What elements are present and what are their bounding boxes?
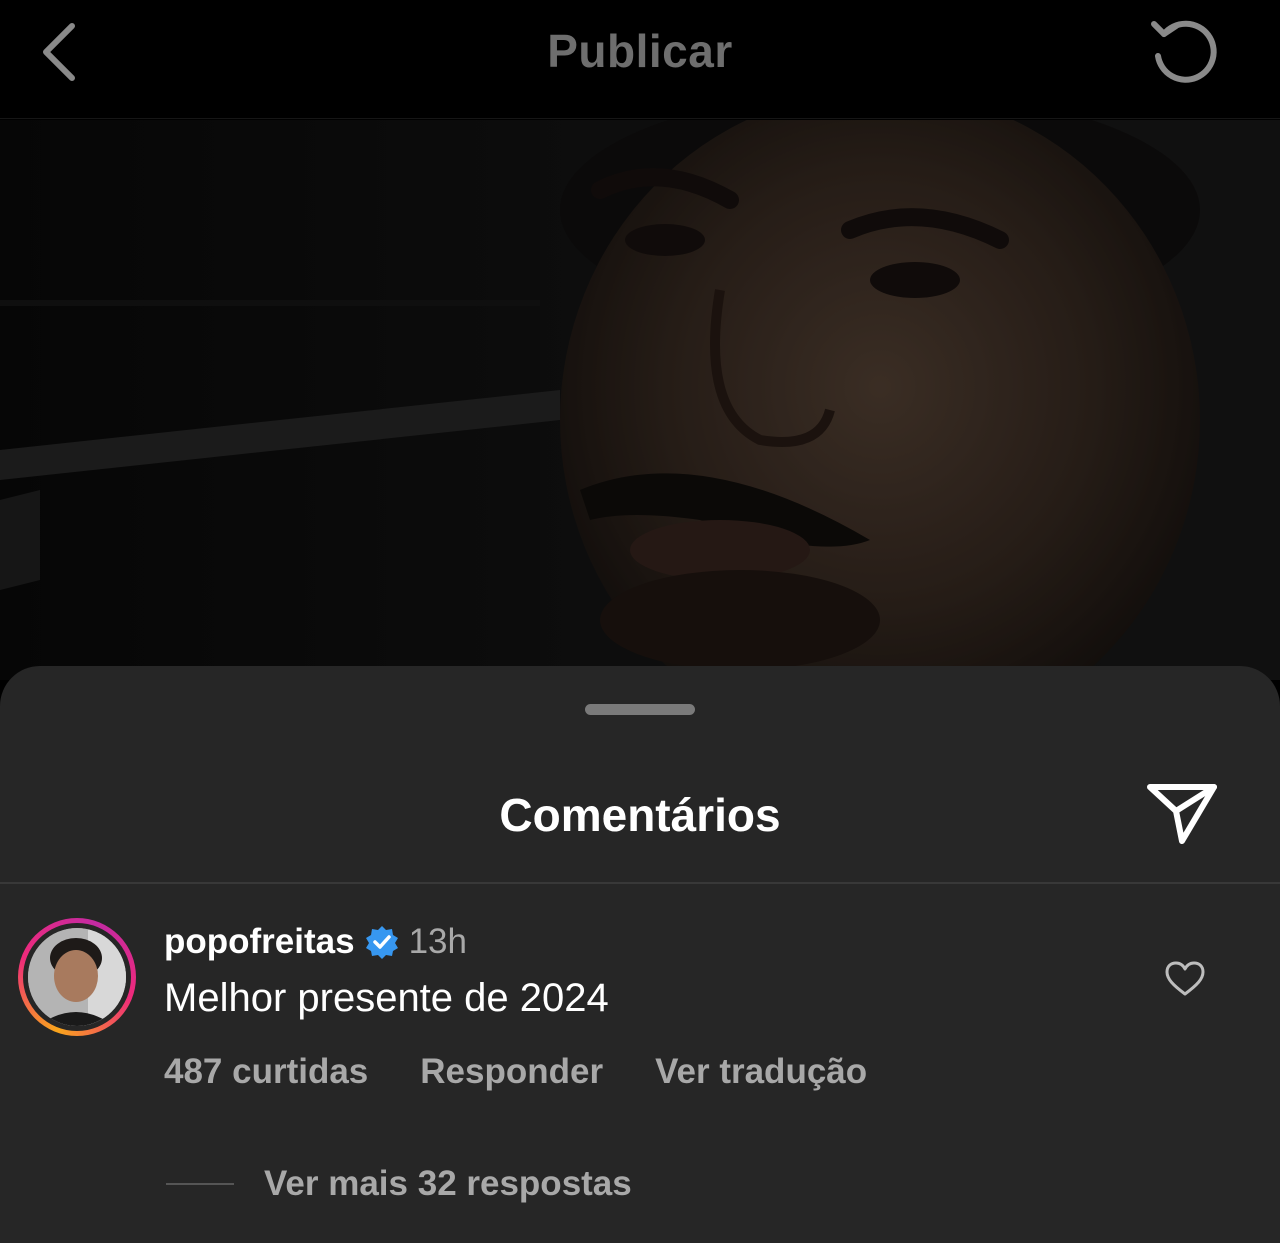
comments-title: Comentários [499, 789, 781, 841]
heart-icon [1165, 961, 1205, 996]
refresh-button[interactable] [1144, 12, 1224, 92]
comments-sheet: Comentários popofreitas 13h Melhor prese… [0, 666, 1280, 1243]
share-button[interactable] [1142, 774, 1222, 854]
page-title: Publicar [547, 25, 733, 77]
top-nav-bar: Publicar [0, 0, 1280, 119]
avatar[interactable] [18, 918, 136, 1036]
refresh-icon [1151, 20, 1217, 83]
avatar-photo [28, 928, 126, 1026]
avatar-graphic [28, 928, 126, 1026]
replies-divider-line [166, 1183, 234, 1185]
more-replies-label: Ver mais 32 respostas [264, 1164, 632, 1203]
view-more-replies-button[interactable]: Ver mais 32 respostas [166, 1164, 632, 1204]
post-comments-screen: Publicar Comentários popofreitas 13h Mel… [0, 0, 1280, 1243]
verified-badge-icon [365, 926, 398, 959]
likes-count[interactable]: 487 curtidas [164, 1052, 368, 1092]
comment-text: Melhor presente de 2024 [164, 976, 609, 1020]
comment-username[interactable]: popofreitas [164, 922, 355, 962]
sheet-drag-handle[interactable] [585, 704, 695, 715]
post-photo-graphic [0, 120, 1280, 680]
like-comment-button[interactable] [1160, 954, 1210, 1004]
comment-item: popofreitas 13h Melhor presente de 2024 … [0, 884, 1280, 1243]
reply-button[interactable]: Responder [420, 1052, 603, 1092]
comment-time: 13h [408, 922, 467, 961]
translate-button[interactable]: Ver tradução [655, 1052, 867, 1092]
comment-actions: 487 curtidas Responder Ver tradução [164, 1052, 867, 1092]
post-photo [0, 120, 1280, 680]
comment-meta: popofreitas 13h [164, 922, 467, 962]
send-icon [1147, 784, 1217, 844]
